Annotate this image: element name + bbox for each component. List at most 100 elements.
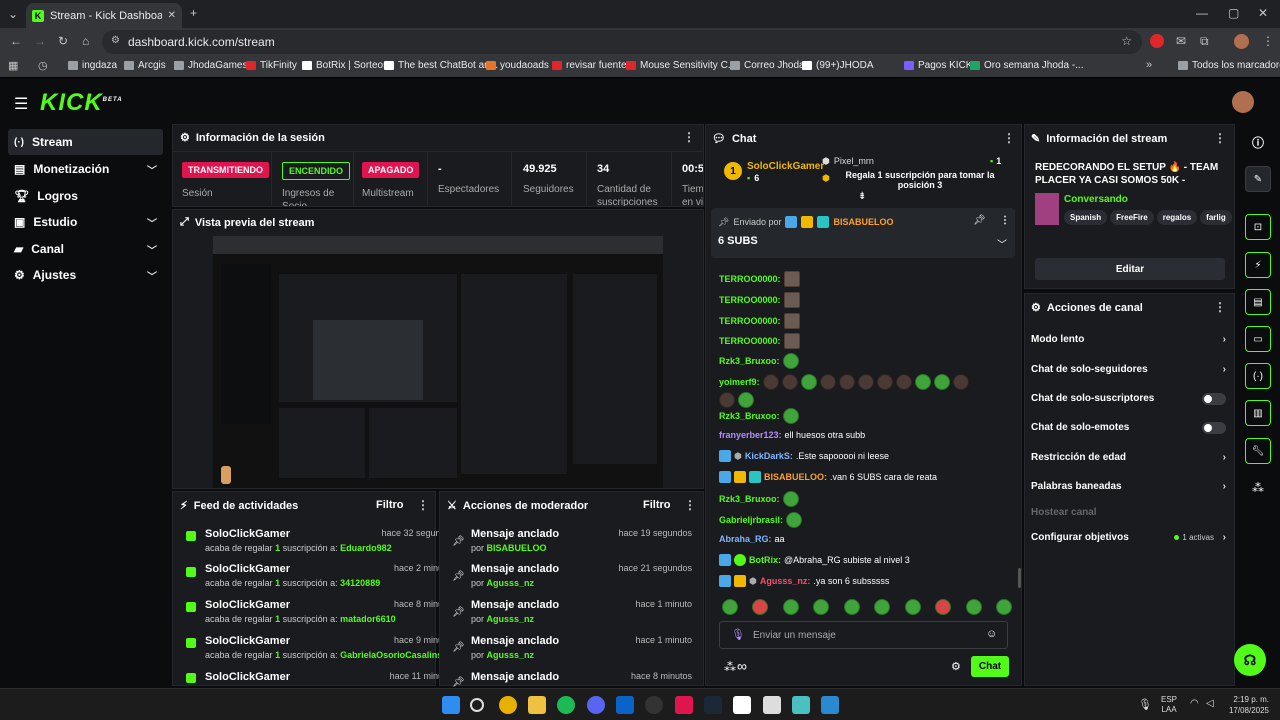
bookmark-star-icon[interactable]: ☆ xyxy=(1121,34,1132,48)
emotes-only-toggle[interactable] xyxy=(1202,421,1226,434)
tag[interactable]: farlig xyxy=(1200,210,1232,225)
discord-icon[interactable] xyxy=(587,696,605,714)
tag[interactable]: FreeFire xyxy=(1110,210,1154,225)
pinned-message[interactable]: 📌︎ Enviado por BISABUELOO 6 SUBS 📌︎ ⋮ ﹀ xyxy=(711,208,1015,258)
browser-tab[interactable]: K Stream - Kick Dashboard ✕ xyxy=(26,3,182,28)
points-icon[interactable]: ⁂ xyxy=(724,660,736,674)
file-explorer-icon[interactable] xyxy=(528,696,546,714)
tab-search-icon[interactable]: ⌄ xyxy=(8,7,18,21)
back-icon[interactable]: ← xyxy=(10,34,22,48)
mod-user[interactable]: Agusss_nz xyxy=(487,578,535,588)
emoji-icon[interactable]: ☺ xyxy=(986,628,997,640)
bookmark[interactable]: Arcgis xyxy=(124,60,166,71)
edit-rail-button[interactable]: ✎ xyxy=(1245,166,1271,192)
close-tab-icon[interactable]: ✕ xyxy=(168,10,176,21)
pinned-menu-icon[interactable]: ⋮ xyxy=(1000,215,1010,226)
steam-icon[interactable] xyxy=(704,696,722,714)
window-close-icon[interactable]: ✕ xyxy=(1258,6,1268,20)
rail-button[interactable]: 🔧︎ xyxy=(1245,438,1271,464)
edit-button[interactable]: Editar xyxy=(1035,258,1225,280)
profile-avatar[interactable] xyxy=(1234,34,1249,49)
bookmark[interactable]: Pagos KICK xyxy=(904,60,972,71)
url-input[interactable]: ⚙ dashboard.kick.com/stream ☆ xyxy=(102,30,1142,54)
goals-item[interactable]: Configurar objetivos 1 activas › xyxy=(1031,532,1226,543)
sidebar-item-canal[interactable]: ▰ Canal ﹀ xyxy=(8,236,163,262)
emote-icon[interactable] xyxy=(843,599,860,615)
category-thumbnail[interactable] xyxy=(1035,193,1059,225)
obs-icon[interactable] xyxy=(645,696,663,714)
emote-icon[interactable] xyxy=(935,599,952,615)
slow-mode-item[interactable]: Modo lento › xyxy=(1031,334,1226,345)
bookmark[interactable]: ingdaza xyxy=(68,60,117,71)
tiktok-icon[interactable] xyxy=(675,696,693,714)
chat-username[interactable]: Rzk3_Bruxoo: xyxy=(719,494,780,504)
chat-username[interactable]: TERROO0000: xyxy=(719,336,781,346)
rail-button[interactable]: (·) xyxy=(1245,363,1271,389)
emote-icon[interactable] xyxy=(752,599,769,615)
bookmark[interactable]: Correo Jhoda xyxy=(730,60,805,71)
panel-menu-icon[interactable]: ⋮ xyxy=(417,498,429,512)
kick-logo[interactable]: KICKBETA xyxy=(40,89,123,117)
notepad-icon[interactable] xyxy=(763,696,781,714)
chat-username[interactable]: Agusss_nz: xyxy=(760,576,811,586)
chevron-down-icon[interactable]: ﹀ xyxy=(997,236,1007,251)
extension-red-icon[interactable] xyxy=(1150,34,1164,48)
new-tab-icon[interactable]: + xyxy=(190,6,197,20)
rail-button[interactable]: ▭ xyxy=(1245,326,1271,352)
wifi-icon[interactable]: ◠ xyxy=(1190,698,1199,709)
panel-menu-icon[interactable]: ⋮ xyxy=(683,130,695,144)
browser-menu-icon[interactable]: ⋮ xyxy=(1262,34,1274,48)
volume-icon[interactable]: ◁ xyxy=(1206,698,1214,709)
history-icon[interactable]: ◷ xyxy=(38,59,48,72)
followers-only-item[interactable]: Chat de solo-seguidores › xyxy=(1031,364,1226,375)
banned-words-item[interactable]: Palabras baneadas › xyxy=(1031,481,1226,492)
rail-button[interactable]: ⊡ xyxy=(1245,214,1271,240)
emote-icon[interactable] xyxy=(965,599,982,615)
home-icon[interactable]: ⌂ xyxy=(82,34,89,48)
app-icon[interactable] xyxy=(821,696,839,714)
collapse-icon[interactable]: ⇟ xyxy=(858,191,866,202)
tag[interactable]: regalos xyxy=(1156,210,1198,225)
chrome-icon[interactable] xyxy=(499,696,517,714)
forward-icon[interactable]: → xyxy=(34,34,46,48)
site-info-icon[interactable]: ⚙ xyxy=(111,35,120,46)
chat-scrollbar[interactable] xyxy=(1018,568,1021,588)
bookmark[interactable]: TikFinity xyxy=(246,60,297,71)
filter-button[interactable]: Filtro xyxy=(376,499,404,511)
age-restriction-item[interactable]: Restricción de edad › xyxy=(1031,452,1226,463)
minimize-icon[interactable]: — xyxy=(1196,6,1208,20)
second-gifter[interactable]: ⬢ Pixel_mrn xyxy=(822,156,874,167)
capcut-icon[interactable] xyxy=(733,696,751,714)
subscribers-only-toggle[interactable] xyxy=(1202,392,1226,405)
bookmark[interactable]: Oro semana Jhoda -... xyxy=(970,60,1084,71)
sidebar-item-logros[interactable]: 🏆︎ Logros xyxy=(8,183,163,209)
bookmark[interactable]: (99+)JHODA xyxy=(802,60,874,71)
bookmark[interactable]: JhodaGames xyxy=(174,60,247,71)
more-bookmarks-icon[interactable]: » xyxy=(1146,59,1152,71)
chat-username[interactable]: Rzk3_Bruxoo: xyxy=(719,356,780,366)
chat-username[interactable]: Gabrieljrbrasil: xyxy=(719,515,783,525)
feed-target[interactable]: Eduardo982 xyxy=(340,543,392,553)
panel-menu-icon[interactable]: ⋮ xyxy=(1214,131,1226,145)
chat-username[interactable]: TERROO0000: xyxy=(719,295,781,305)
bookmark[interactable]: Mouse Sensitivity C... xyxy=(626,60,736,71)
info-icon[interactable]: ⓘ xyxy=(1252,134,1264,151)
chat-username[interactable]: KickDarkS: xyxy=(745,451,793,461)
emote-icon[interactable] xyxy=(874,599,891,615)
mod-user[interactable]: BISABUELOO xyxy=(487,543,547,553)
chat-username[interactable]: TERROO0000: xyxy=(719,316,781,326)
emote-icon[interactable] xyxy=(782,599,799,615)
panel-menu-icon[interactable]: ⋮ xyxy=(1214,300,1226,314)
emote-icon[interactable] xyxy=(722,599,738,615)
sidebar-item-stream[interactable]: (·) Stream xyxy=(8,129,163,155)
extension-icon[interactable]: ✉ xyxy=(1176,34,1186,48)
points-icon[interactable]: ⁂ xyxy=(1252,481,1264,495)
sidebar-item-ajustes[interactable]: ⚙ Ajustes ﹀ xyxy=(8,262,163,288)
reload-icon[interactable]: ↻ xyxy=(58,34,68,48)
bookmark[interactable]: BotRix | Sorteos xyxy=(302,60,388,71)
stream-video[interactable] xyxy=(213,236,663,488)
sidebar-item-monetizacion[interactable]: ▤ Monetización ﹀ xyxy=(8,156,163,182)
app-icon[interactable] xyxy=(792,696,810,714)
sidebar-item-estudio[interactable]: ▣ Estudio ﹀ xyxy=(8,209,163,235)
feed-target[interactable]: 34120889 xyxy=(340,578,380,588)
